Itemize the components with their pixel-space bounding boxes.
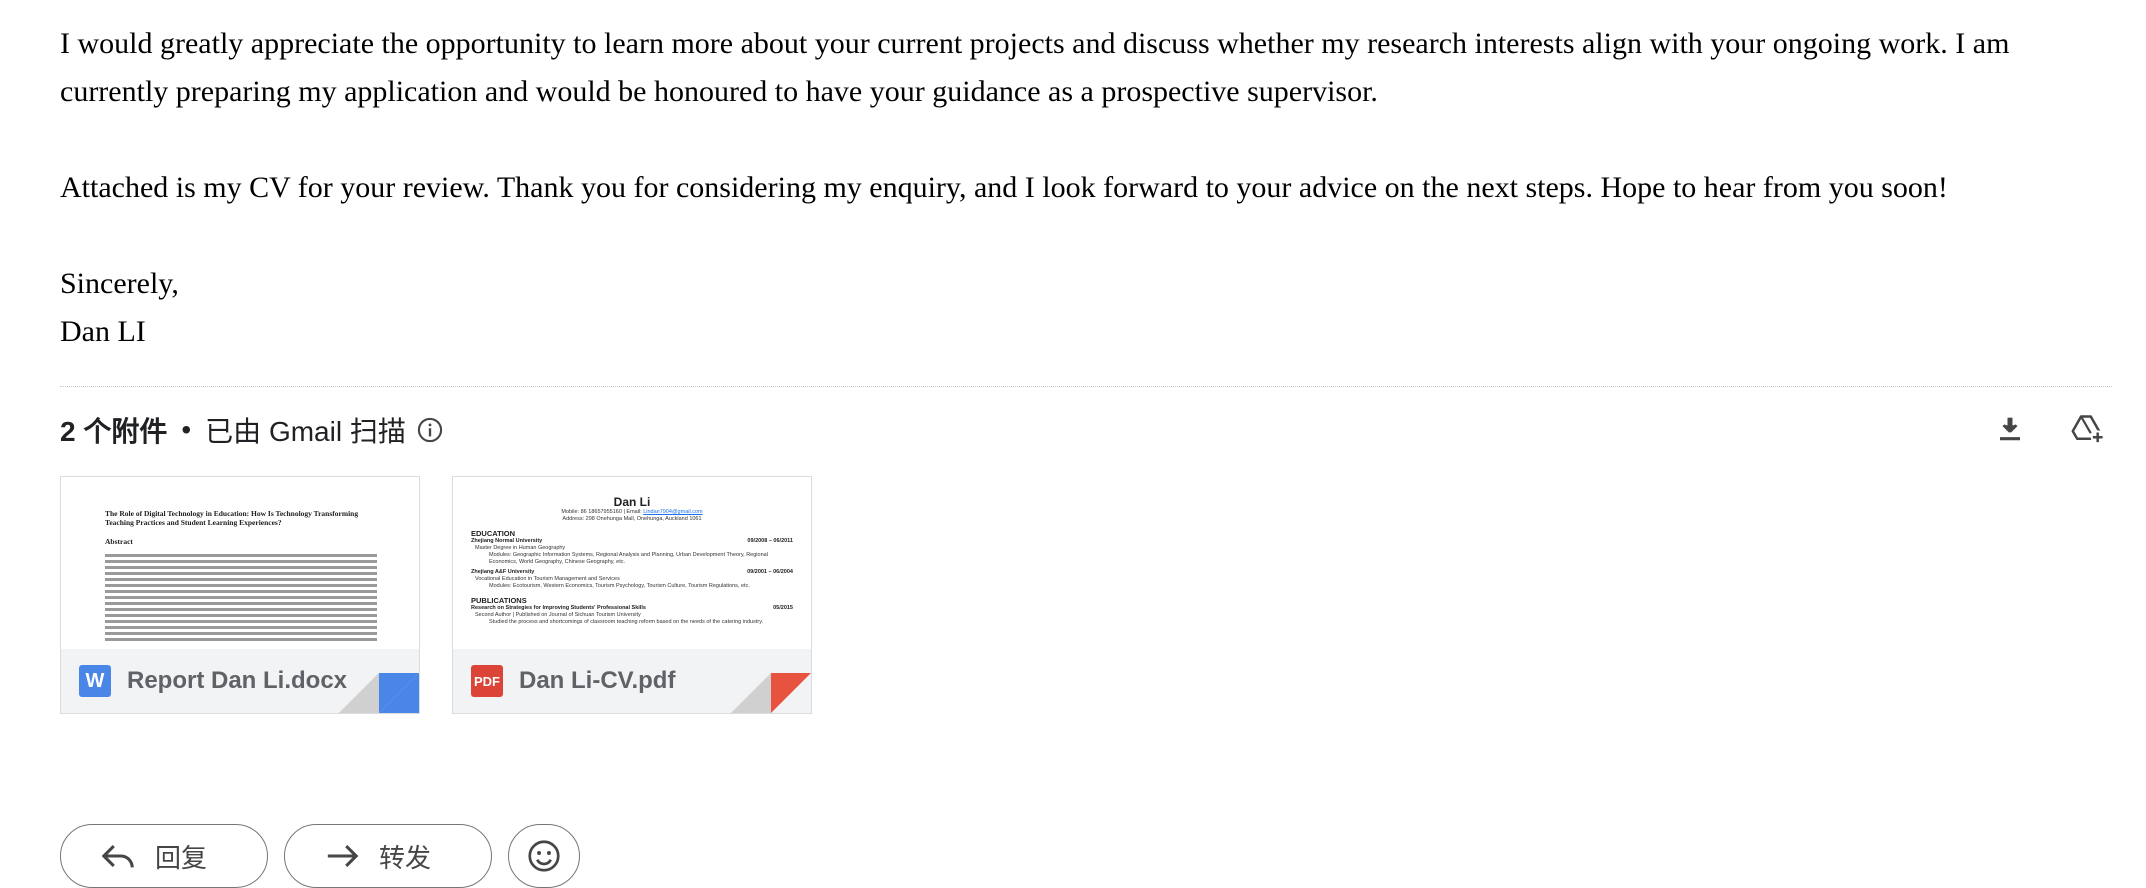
attachment-preview[interactable]: Dan Li Mobile: 86 18657955160 | Email: L…: [453, 477, 811, 649]
add-all-to-drive-button[interactable]: [2066, 407, 2110, 451]
preview-edu1-school: Zhejiang Normal University: [471, 538, 543, 544]
preview-edu1-modules: Modules: Geographic Information Systems,…: [489, 552, 768, 565]
preview-cv-publications: PUBLICATIONS: [471, 596, 527, 605]
forward-arrow-icon: [327, 844, 359, 868]
download-icon: [2000, 417, 2020, 441]
word-file-icon: W: [79, 665, 111, 697]
emoji-icon: [528, 840, 560, 872]
attachment-preview[interactable]: The Role of Digital Technology in Educat…: [61, 477, 419, 649]
preview-pub1-date: 05/2015: [773, 605, 793, 611]
attachments-separator: •: [181, 414, 192, 445]
preview-doc-heading: Abstract: [105, 537, 133, 546]
attachments-divider: [60, 386, 2112, 387]
attachments-scan-label: 已由 Gmail 扫描: [205, 416, 406, 447]
preview-edu2-modules: Modules: Ecotourism, Western Economics, …: [489, 583, 750, 589]
attachment-card-cv[interactable]: Dan Li Mobile: 86 18657955160 | Email: L…: [452, 476, 812, 714]
attachments-count: 2 个附件: [60, 416, 168, 447]
preview-cv-education: EDUCATION: [471, 529, 516, 538]
reply-button[interactable]: 回复: [60, 824, 268, 888]
attachments-header: 2 个附件 • 已由 Gmail 扫描: [60, 410, 444, 450]
pdf-file-icon: PDF: [471, 665, 503, 697]
email-closing: Sincerely,: [60, 267, 179, 300]
preview-edu2-dates: 09/2001 – 06/2004: [747, 569, 793, 575]
reply-arrow-icon: [101, 844, 134, 868]
reply-label: 回复: [155, 842, 208, 873]
preview-edu2-degree: Vocational Education in Tourism Manageme…: [475, 576, 620, 582]
attachment-filename[interactable]: Report Dan Li.docx: [127, 667, 347, 695]
add-to-drive-icon: [2071, 415, 2105, 445]
preview-cv-contact: Mobile: 86 18657955160 | Email:: [561, 509, 644, 515]
preview-edu2-school: Zhejiang A&F University: [471, 569, 535, 575]
email-body: I would greatly appreciate the opportuni…: [60, 20, 2120, 356]
preview-edu1-dates: 09/2008 – 06/2011: [747, 538, 793, 544]
preview-cv-name: Dan Li: [613, 495, 651, 509]
preview-cv-email: Lindan7904@gmail.com: [643, 509, 703, 515]
preview-cv-address: Address: 298 Onehunga Mall, Onehunga, Au…: [562, 516, 702, 522]
page-fold-corner: [731, 673, 811, 713]
email-signature: Dan LI: [60, 315, 146, 348]
preview-doc-title: The Role of Digital Technology in Educat…: [105, 509, 359, 527]
preview-pub1-title: Research on Strategies for Improving Stu…: [471, 605, 646, 611]
emoji-react-button[interactable]: [508, 824, 580, 888]
download-all-button[interactable]: [1988, 407, 2032, 451]
preview-pub1-detail: Second Author | Published on Journal of …: [475, 612, 641, 618]
preview-edu1-degree: Master Degree in Human Geography: [475, 545, 566, 551]
info-icon[interactable]: [416, 416, 444, 444]
preview-pub1-bullet: Studied the process and shortcomings of …: [489, 619, 764, 625]
forward-label: 转发: [379, 842, 432, 873]
attachment-card-report[interactable]: The Role of Digital Technology in Educat…: [60, 476, 420, 714]
forward-button[interactable]: 转发: [284, 824, 492, 888]
email-paragraph-2: Attached is my CV for your review. Thank…: [60, 171, 1948, 204]
email-paragraph-1: I would greatly appreciate the opportuni…: [60, 27, 2010, 108]
attachment-filename[interactable]: Dan Li-CV.pdf: [519, 667, 675, 695]
page-fold-corner: [339, 673, 419, 713]
